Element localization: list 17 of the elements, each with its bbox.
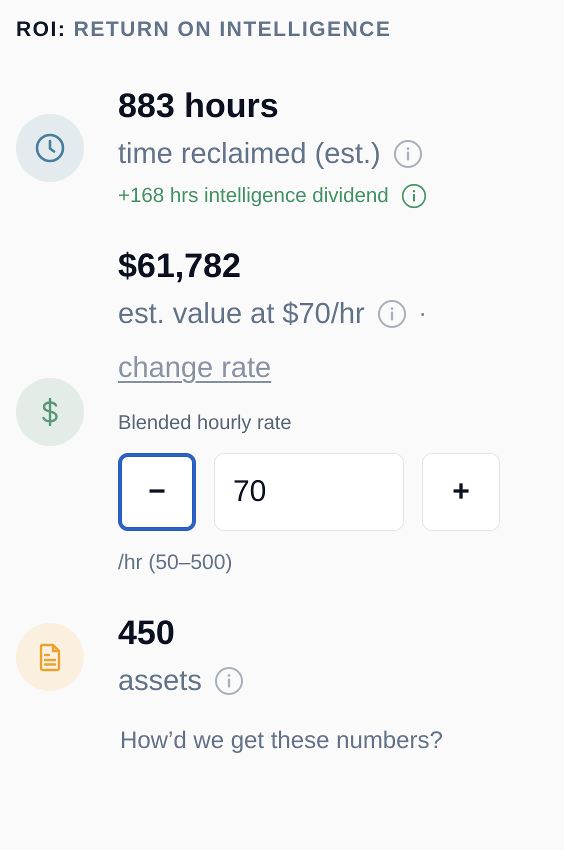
metric-value: 450 [118,613,175,653]
info-icon [400,183,427,209]
metric-label: assets [118,664,202,699]
field-label: Blended hourly rate [118,411,292,436]
clock-icon [34,132,66,164]
metric-value: 883 hours [118,86,279,126]
section-title: ROI: RETURN ON INTELLIGENCE [16,17,392,43]
metric-value: $61,782 [118,246,241,286]
explanation-link[interactable]: How’d we get these numbers? [120,727,443,755]
decrement-button[interactable]: − [118,453,196,531]
separator-dot: · [418,300,427,328]
metric-label: time reclaimed (est.) [118,137,381,172]
dividend-note: +168 hrs intelligence dividend [118,183,389,209]
metric-label: est. value at $70/hr [118,297,365,332]
rate-input[interactable]: 70 [214,453,404,531]
increment-button[interactable]: + [422,453,500,531]
range-hint: /hr (50–500) [118,550,232,576]
